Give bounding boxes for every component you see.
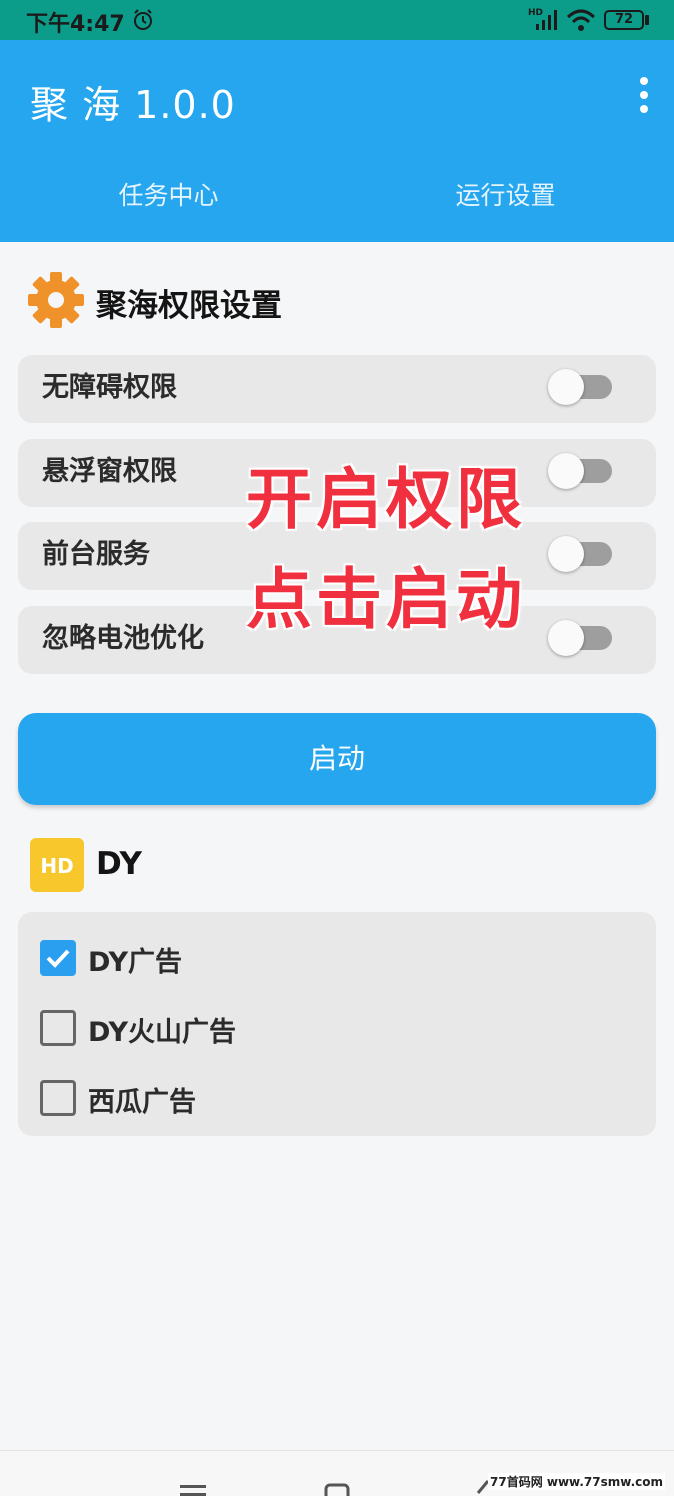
option-dy-huoshan-ad[interactable]: DY火山广告 xyxy=(38,1006,638,1050)
option-dy-ad[interactable]: DY广告 xyxy=(38,936,638,980)
watermark-text: 77首码网 www.77smw.com xyxy=(488,1473,666,1490)
more-vertical-icon[interactable] xyxy=(634,76,654,116)
option-label: 西瓜广告 xyxy=(88,1087,196,1118)
app-title: 聚 海 1.0.0 xyxy=(30,83,236,127)
status-bar: 下午4:47 HD 72 xyxy=(0,0,674,40)
permission-row-accessibility: 无障碍权限 xyxy=(18,355,656,423)
app-bar: 聚 海 1.0.0 任务中心 运行设置 xyxy=(0,40,674,242)
accessibility-toggle[interactable] xyxy=(548,369,614,405)
navigation-bar: 77首码网 www.77smw.com xyxy=(0,1450,674,1496)
tab-task-center[interactable]: 任务中心 xyxy=(0,176,337,212)
option-label: DY广告 xyxy=(88,947,182,978)
permission-label: 忽略电池优化 xyxy=(42,623,204,654)
permissions-header: 聚海权限设置 xyxy=(24,270,654,334)
status-time: 下午4:47 xyxy=(26,12,125,37)
option-label: DY火山广告 xyxy=(88,1017,236,1048)
tab-run-settings[interactable]: 运行设置 xyxy=(337,176,674,212)
checkmark-icon xyxy=(46,949,70,968)
permission-label: 无障碍权限 xyxy=(42,372,177,403)
start-button[interactable]: 启动 xyxy=(18,713,656,805)
option-xigua-ad[interactable]: 西瓜广告 xyxy=(38,1076,638,1120)
checkbox-checked[interactable] xyxy=(40,940,76,976)
dy-options-card: DY广告 DY火山广告 西瓜广告 xyxy=(18,912,656,1136)
dy-title: DY xyxy=(96,846,142,882)
hd-badge-icon: HD xyxy=(30,838,84,892)
foreground-service-toggle[interactable] xyxy=(548,536,614,572)
hd-badge-text: HD xyxy=(40,854,73,878)
permission-label: 前台服务 xyxy=(42,539,150,570)
floating-window-toggle[interactable] xyxy=(548,453,614,489)
battery-tip xyxy=(645,15,649,25)
toggle-knob xyxy=(548,620,584,656)
toggle-knob xyxy=(548,536,584,572)
checkbox-unchecked[interactable] xyxy=(40,1080,76,1116)
dy-header: HD DY xyxy=(24,836,654,900)
menu-icon[interactable] xyxy=(180,1483,206,1496)
checkbox-unchecked[interactable] xyxy=(40,1010,76,1046)
permission-label: 悬浮窗权限 xyxy=(42,456,177,487)
battery-optimization-toggle[interactable] xyxy=(548,620,614,656)
overlay-text-line1: 开启权限 xyxy=(246,461,526,538)
toggle-knob xyxy=(548,369,584,405)
gear-icon xyxy=(28,272,84,328)
wifi-icon xyxy=(566,9,596,31)
battery-indicator: 72 xyxy=(604,10,644,30)
toggle-knob xyxy=(548,453,584,489)
permissions-title: 聚海权限设置 xyxy=(96,288,282,324)
tab-indicator xyxy=(337,236,674,242)
signal-icon xyxy=(536,10,557,30)
alarm-clock-icon xyxy=(134,9,152,30)
overlay-text-line2: 点击启动 xyxy=(246,561,526,638)
app-screen: 下午4:47 HD 72 聚 海 1.0.0 任务中心 运行设置 聚海权限设置 … xyxy=(0,0,674,1496)
home-icon[interactable] xyxy=(324,1483,350,1496)
